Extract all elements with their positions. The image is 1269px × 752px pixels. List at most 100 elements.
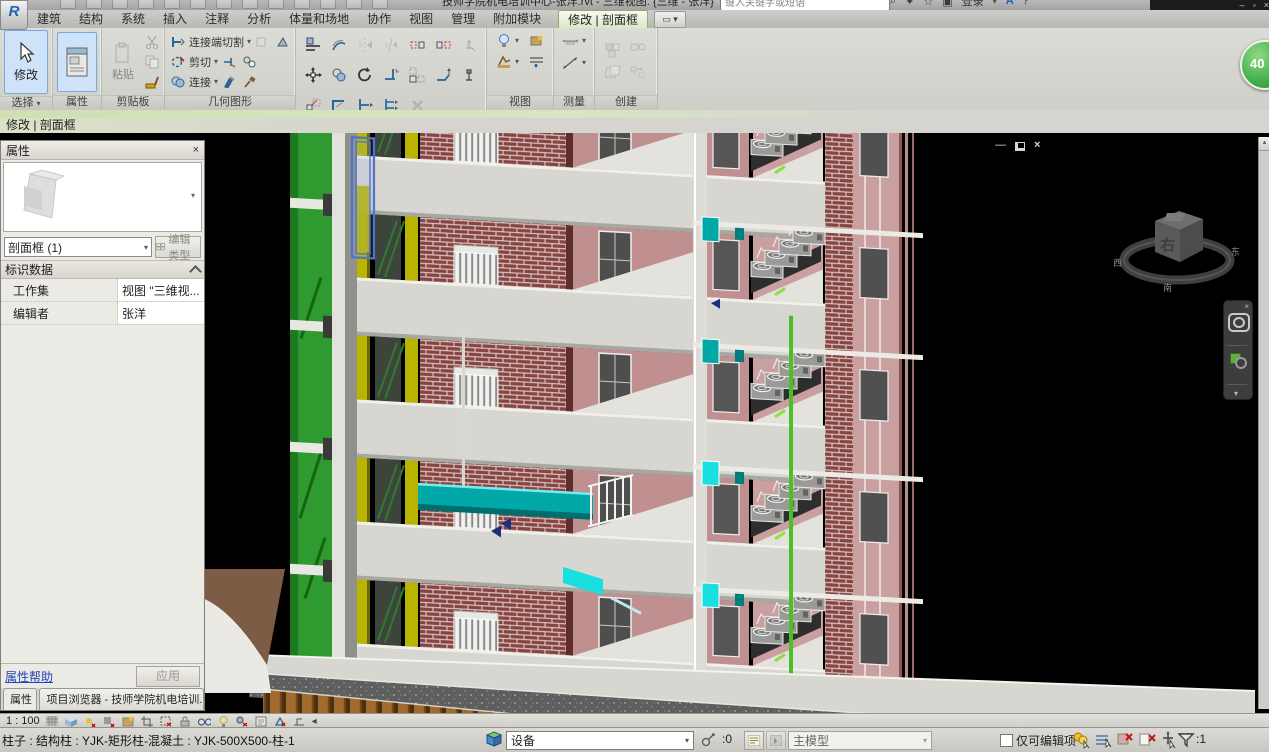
paste-button[interactable]: 粘贴 [106, 31, 140, 93]
design-option-dropdown[interactable]: 主模型 ▾ [788, 731, 932, 750]
help-icon[interactable]: ? [1023, 0, 1029, 7]
worksets-status-icon[interactable] [1072, 731, 1090, 749]
select-elements-icon[interactable] [1095, 731, 1113, 749]
thin-lines-icon[interactable] [528, 53, 545, 70]
panel-create-label[interactable]: 创建 [595, 95, 657, 110]
apply-button[interactable]: 应用 [136, 666, 200, 687]
tab-architecture[interactable]: 建筑 [28, 10, 70, 28]
tab-massing-site[interactable]: 体量和场地 [280, 10, 358, 28]
3d-view-icon[interactable] [268, 0, 284, 9]
temporary-view-properties-icon[interactable] [255, 716, 268, 727]
3d-model-canvas[interactable]: 西 南 东 右 [205, 133, 1259, 713]
steering-wheel-button[interactable] [1228, 313, 1250, 332]
sun-path-icon[interactable] [84, 716, 97, 727]
editable-only-checkbox[interactable] [1000, 734, 1013, 747]
create-parts-icon[interactable] [605, 64, 622, 81]
aligned-dimension-icon[interactable] [562, 54, 579, 71]
scroll-up-icon[interactable]: ▴ [1259, 137, 1269, 151]
cut-geometry-button[interactable]: 剪切▾ [169, 53, 291, 70]
refrigerant-pipe[interactable] [789, 316, 793, 713]
tab-collaborate[interactable]: 协作 [358, 10, 400, 28]
show-crop-icon[interactable] [160, 716, 173, 727]
detail-level-icon[interactable] [46, 716, 59, 727]
cope-button[interactable]: 连接端切割▾ [169, 33, 291, 50]
copy-elements-icon[interactable] [331, 67, 348, 84]
graphic-display-icon[interactable] [495, 53, 512, 70]
mirror-draw-axis-icon[interactable] [383, 37, 400, 54]
properties-palette-titlebar[interactable]: 属性 × [1, 141, 204, 160]
undo-icon[interactable] [138, 0, 154, 9]
render-icon[interactable] [528, 32, 545, 49]
create-similar-icon[interactable] [630, 42, 647, 59]
crop-view-icon[interactable] [141, 716, 154, 727]
sign-in-button[interactable]: 登录 [962, 0, 984, 9]
panel-properties-label[interactable]: 属性 [53, 95, 101, 110]
vcb-collapse-icon[interactable]: ◂ [312, 716, 317, 727]
text-icon[interactable] [242, 0, 258, 9]
window-restore-icon[interactable]: ▫ [1253, 0, 1256, 10]
mirror-pick-axis-icon[interactable] [357, 37, 374, 54]
panel-geometry-label[interactable]: 几何图形 [165, 95, 295, 110]
switch-windows-icon[interactable] [372, 0, 388, 9]
redo-icon[interactable] [164, 0, 180, 9]
save-icon[interactable] [86, 0, 102, 9]
tab-annotate[interactable]: 注释 [196, 10, 238, 28]
open-icon[interactable] [60, 0, 76, 9]
modify-button[interactable]: 修改 [4, 30, 48, 94]
quick-access-toolbar[interactable] [60, 0, 388, 9]
tab-properties-palette[interactable]: 属性 [3, 688, 37, 710]
beam-joins-icon[interactable] [221, 53, 238, 70]
tab-structure[interactable]: 结构 [70, 10, 112, 28]
move-icon[interactable] [305, 67, 322, 84]
property-row-workset[interactable]: 工作集 视图 "三维视... [1, 279, 204, 302]
constraints-icon[interactable] [293, 716, 306, 727]
tab-analyze[interactable]: 分析 [238, 10, 280, 28]
view-restore-icon[interactable] [1015, 142, 1025, 151]
tab-insert[interactable]: 插入 [154, 10, 196, 28]
editing-requests-icon[interactable] [700, 732, 717, 748]
cut-icon[interactable] [143, 33, 160, 50]
worksharing-display-icon[interactable] [236, 716, 249, 727]
array-icon[interactable] [409, 67, 426, 84]
measure-tool-icon[interactable] [562, 32, 579, 49]
edited-by-value[interactable]: 张洋 [118, 302, 204, 324]
panel-select-label[interactable]: 选择 ▾ [0, 96, 52, 110]
filter-icon[interactable] [1178, 731, 1196, 749]
split-element-icon[interactable] [409, 37, 426, 54]
panel-clipboard-label[interactable]: 剪贴板 [102, 95, 164, 110]
building-model[interactable] [290, 133, 923, 713]
view-minimize-icon[interactable]: — [995, 139, 1006, 151]
tab-modify-section-box[interactable]: 修改 | 剖面框 [558, 10, 648, 29]
tab-manage[interactable]: 管理 [442, 10, 484, 28]
identity-data-header[interactable]: 标识数据 [1, 260, 204, 279]
tab-view[interactable]: 视图 [400, 10, 442, 28]
preview-dropdown-icon[interactable]: ▾ [186, 187, 200, 205]
shadows-icon[interactable] [103, 716, 116, 727]
align-offset-icon[interactable] [435, 67, 452, 84]
zoom-button[interactable] [1230, 353, 1241, 364]
reveal-hidden-elements-icon[interactable] [217, 716, 230, 727]
panel-measure-label[interactable]: 测量 [554, 95, 594, 110]
cut-geometry-alt-icon[interactable] [254, 33, 271, 50]
create-assembly-icon[interactable] [630, 64, 647, 81]
selected-column[interactable] [352, 137, 374, 258]
scale-button[interactable]: 1 : 100 [6, 715, 40, 727]
design-options-button[interactable] [744, 731, 764, 750]
communication-icon[interactable]: ▣ [942, 0, 952, 8]
tab-project-browser[interactable]: 项目浏览器 - 技师学院机电培训... [39, 688, 204, 710]
demolish-icon[interactable] [241, 73, 258, 90]
window-close-icon[interactable]: × [1264, 0, 1269, 10]
format-painter-icon[interactable] [143, 73, 160, 90]
copy-icon[interactable] [143, 53, 160, 70]
navbar-close-icon[interactable]: × [1244, 302, 1249, 311]
favorites-icon[interactable]: ☆ [923, 0, 933, 8]
collapse-chevron-icon[interactable] [189, 265, 202, 278]
paint-icon[interactable] [221, 73, 238, 90]
tab-systems[interactable]: 系统 [112, 10, 154, 28]
workset-value[interactable]: 视图 "三维视... [118, 279, 204, 301]
thin-lines-icon[interactable] [320, 0, 336, 9]
ribbon-display-toggle[interactable]: ▭ ▾ [654, 11, 686, 28]
navigation-bar[interactable]: × ▾ [1223, 300, 1253, 400]
vertical-scrollbar[interactable]: ▴ [1258, 137, 1269, 709]
temporary-hide-icon[interactable] [198, 716, 211, 727]
